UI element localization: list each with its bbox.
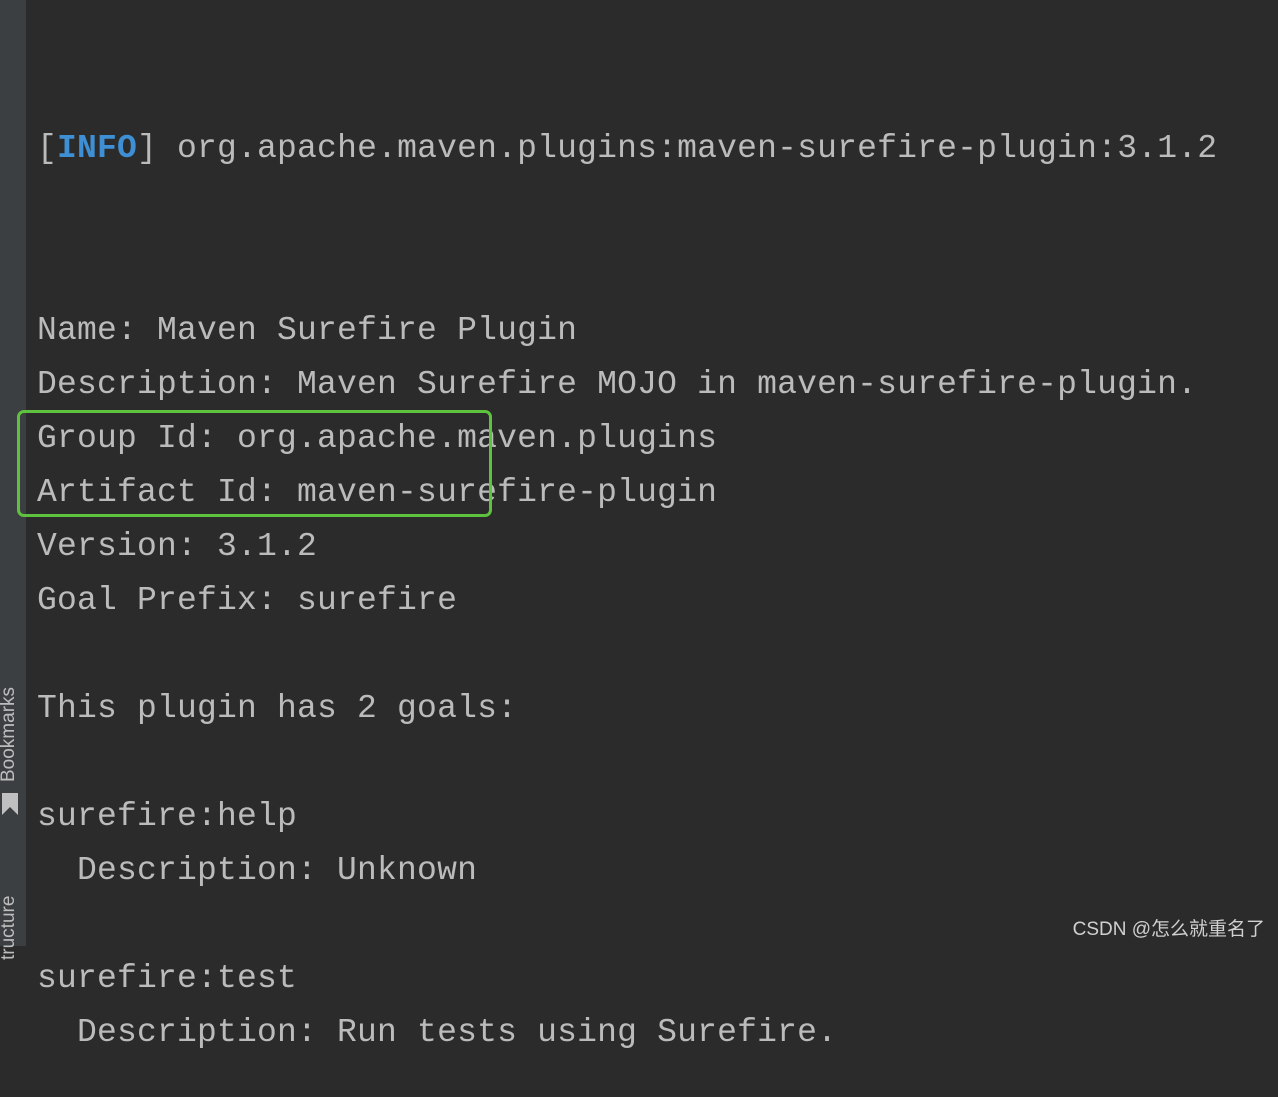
goal-prefix-highlight-box	[17, 410, 492, 517]
info-tag: INFO	[57, 130, 138, 167]
console-line: Version: 3.1.2	[37, 528, 318, 565]
console-line: surefire:help	[37, 798, 298, 835]
console-line: This plugin has 2 goals:	[37, 690, 518, 727]
console-line: Name: Maven Surefire Plugin	[37, 312, 578, 349]
plugin-coordinates: ] org.apache.maven.plugins:maven-surefir…	[137, 130, 1218, 167]
structure-tab[interactable]: tructure	[0, 896, 20, 960]
watermark: CSDN @怎么就重名了	[1072, 919, 1265, 940]
bracket: [	[37, 130, 58, 167]
console-line: Goal Prefix: surefire	[37, 582, 458, 619]
console-line: Description: Run tests using Surefire.	[37, 1014, 838, 1051]
info-line: [INFO] org.apache.maven.plugins:maven-su…	[37, 122, 1217, 176]
bookmarks-tab[interactable]: Bookmarks	[0, 687, 20, 782]
console-line: Description: Unknown	[37, 852, 478, 889]
console-output: [INFO] org.apache.maven.plugins:maven-su…	[37, 48, 1217, 1097]
console-line: surefire:test	[37, 960, 298, 997]
console-line: Description: Maven Surefire MOJO in mave…	[37, 366, 1198, 403]
